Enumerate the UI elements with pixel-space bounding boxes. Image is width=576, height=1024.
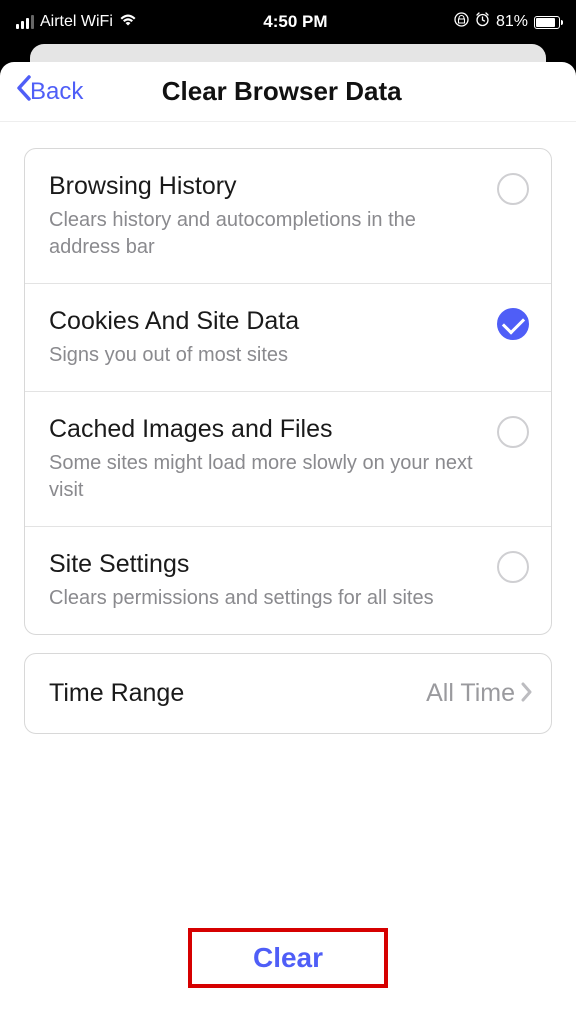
status-right: 81% xyxy=(454,12,560,32)
status-time: 4:50 PM xyxy=(263,12,327,32)
time-range-card: Time Range All Time xyxy=(24,653,552,734)
check-circle-icon[interactable] xyxy=(497,551,529,583)
page-title: Clear Browser Data xyxy=(3,76,560,107)
battery-percentage: 81% xyxy=(496,13,528,31)
status-bar: Airtel WiFi 4:50 PM 81% xyxy=(0,0,576,44)
check-circle-icon[interactable] xyxy=(497,416,529,448)
orientation-lock-icon xyxy=(454,12,469,32)
carrier-label: Airtel WiFi xyxy=(40,13,113,31)
time-range-row[interactable]: Time Range All Time xyxy=(25,654,551,733)
option-desc: Clears permissions and settings for all … xyxy=(49,585,483,612)
option-title: Cookies And Site Data xyxy=(49,306,483,336)
nav-bar: Back Clear Browser Data xyxy=(0,62,576,122)
option-browsing-history[interactable]: Browsing History Clears history and auto… xyxy=(25,149,551,284)
option-title: Site Settings xyxy=(49,549,483,579)
option-site-settings[interactable]: Site Settings Clears permissions and set… xyxy=(25,527,551,634)
time-range-label: Time Range xyxy=(49,679,426,708)
option-title: Cached Images and Files xyxy=(49,414,483,444)
settings-sheet: Back Clear Browser Data Browsing History… xyxy=(0,62,576,1024)
options-card: Browsing History Clears history and auto… xyxy=(24,148,552,635)
wifi-icon xyxy=(119,13,137,31)
option-cookies-site-data[interactable]: Cookies And Site Data Signs you out of m… xyxy=(25,284,551,392)
option-cached-images-files[interactable]: Cached Images and Files Some sites might… xyxy=(25,392,551,527)
option-desc: Clears history and autocompletions in th… xyxy=(49,207,483,261)
clear-button[interactable]: Clear xyxy=(253,942,323,974)
chevron-right-icon xyxy=(521,678,533,709)
alarm-icon xyxy=(475,12,490,32)
battery-icon xyxy=(534,16,560,29)
status-left: Airtel WiFi xyxy=(16,13,137,31)
option-desc: Signs you out of most sites xyxy=(49,342,483,369)
check-circle-icon[interactable] xyxy=(497,173,529,205)
option-title: Browsing History xyxy=(49,171,483,201)
signal-icon xyxy=(16,15,34,29)
content-area: Browsing History Clears history and auto… xyxy=(0,122,576,734)
check-circle-icon[interactable] xyxy=(497,308,529,340)
option-desc: Some sites might load more slowly on you… xyxy=(49,450,483,504)
clear-button-highlight: Clear xyxy=(188,928,388,988)
time-range-value: All Time xyxy=(426,679,515,708)
